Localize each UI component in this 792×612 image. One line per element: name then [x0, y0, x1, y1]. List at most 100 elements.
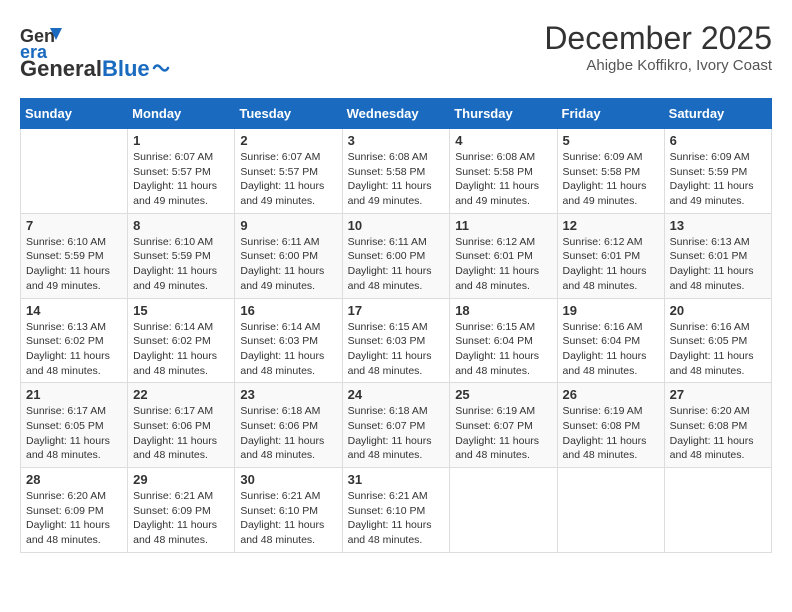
- cell-info: Sunrise: 6:10 AMSunset: 5:59 PMDaylight:…: [133, 235, 229, 294]
- calendar-cell: 20 Sunrise: 6:16 AMSunset: 6:05 PMDaylig…: [664, 298, 771, 383]
- page-header: Gen era General Blue December 2025 Ahigb…: [20, 20, 772, 82]
- calendar-cell: 12 Sunrise: 6:12 AMSunset: 6:01 PMDaylig…: [557, 213, 664, 298]
- day-number: 28: [26, 472, 122, 487]
- calendar-cell: 27 Sunrise: 6:20 AMSunset: 6:08 PMDaylig…: [664, 383, 771, 468]
- day-number: 17: [348, 303, 445, 318]
- week-row-1: 7 Sunrise: 6:10 AMSunset: 5:59 PMDayligh…: [21, 213, 772, 298]
- cell-info: Sunrise: 6:15 AMSunset: 6:04 PMDaylight:…: [455, 320, 551, 379]
- calendar-cell: 10 Sunrise: 6:11 AMSunset: 6:00 PMDaylig…: [342, 213, 450, 298]
- calendar-cell: 2 Sunrise: 6:07 AMSunset: 5:57 PMDayligh…: [235, 129, 342, 214]
- day-number: 13: [670, 218, 766, 233]
- cell-info: Sunrise: 6:11 AMSunset: 6:00 PMDaylight:…: [348, 235, 445, 294]
- day-number: 15: [133, 303, 229, 318]
- calendar-cell: 17 Sunrise: 6:15 AMSunset: 6:03 PMDaylig…: [342, 298, 450, 383]
- cell-info: Sunrise: 6:09 AMSunset: 5:59 PMDaylight:…: [670, 150, 766, 209]
- day-number: 20: [670, 303, 766, 318]
- cell-info: Sunrise: 6:17 AMSunset: 6:05 PMDaylight:…: [26, 404, 122, 463]
- day-number: 24: [348, 387, 445, 402]
- calendar-cell: 5 Sunrise: 6:09 AMSunset: 5:58 PMDayligh…: [557, 129, 664, 214]
- day-number: 7: [26, 218, 122, 233]
- day-number: 6: [670, 133, 766, 148]
- day-number: 1: [133, 133, 229, 148]
- cell-info: Sunrise: 6:17 AMSunset: 6:06 PMDaylight:…: [133, 404, 229, 463]
- calendar-cell: 29 Sunrise: 6:21 AMSunset: 6:09 PMDaylig…: [128, 468, 235, 553]
- day-number: 25: [455, 387, 551, 402]
- calendar-cell: 1 Sunrise: 6:07 AMSunset: 5:57 PMDayligh…: [128, 129, 235, 214]
- day-number: 11: [455, 218, 551, 233]
- location-subtitle: Ahigbe Koffikro, Ivory Coast: [544, 57, 772, 74]
- calendar-cell: 11 Sunrise: 6:12 AMSunset: 6:01 PMDaylig…: [450, 213, 557, 298]
- cell-info: Sunrise: 6:15 AMSunset: 6:03 PMDaylight:…: [348, 320, 445, 379]
- calendar-cell: 22 Sunrise: 6:17 AMSunset: 6:06 PMDaylig…: [128, 383, 235, 468]
- day-header-saturday: Saturday: [664, 99, 771, 129]
- calendar-cell: 15 Sunrise: 6:14 AMSunset: 6:02 PMDaylig…: [128, 298, 235, 383]
- calendar-cell: 3 Sunrise: 6:08 AMSunset: 5:58 PMDayligh…: [342, 129, 450, 214]
- cell-info: Sunrise: 6:18 AMSunset: 6:07 PMDaylight:…: [348, 404, 445, 463]
- calendar-cell: [664, 468, 771, 553]
- day-number: 9: [240, 218, 336, 233]
- day-header-friday: Friday: [557, 99, 664, 129]
- calendar-cell: 25 Sunrise: 6:19 AMSunset: 6:07 PMDaylig…: [450, 383, 557, 468]
- day-number: 18: [455, 303, 551, 318]
- day-number: 23: [240, 387, 336, 402]
- cell-info: Sunrise: 6:12 AMSunset: 6:01 PMDaylight:…: [455, 235, 551, 294]
- calendar-cell: 18 Sunrise: 6:15 AMSunset: 6:04 PMDaylig…: [450, 298, 557, 383]
- calendar-cell: 28 Sunrise: 6:20 AMSunset: 6:09 PMDaylig…: [21, 468, 128, 553]
- calendar-cell: 26 Sunrise: 6:19 AMSunset: 6:08 PMDaylig…: [557, 383, 664, 468]
- day-number: 5: [563, 133, 659, 148]
- calendar-cell: 24 Sunrise: 6:18 AMSunset: 6:07 PMDaylig…: [342, 383, 450, 468]
- calendar-cell: 14 Sunrise: 6:13 AMSunset: 6:02 PMDaylig…: [21, 298, 128, 383]
- day-number: 8: [133, 218, 229, 233]
- cell-info: Sunrise: 6:08 AMSunset: 5:58 PMDaylight:…: [455, 150, 551, 209]
- cell-info: Sunrise: 6:08 AMSunset: 5:58 PMDaylight:…: [348, 150, 445, 209]
- calendar-cell: 23 Sunrise: 6:18 AMSunset: 6:06 PMDaylig…: [235, 383, 342, 468]
- calendar-cell: [557, 468, 664, 553]
- day-number: 21: [26, 387, 122, 402]
- calendar-cell: [450, 468, 557, 553]
- calendar-cell: 4 Sunrise: 6:08 AMSunset: 5:58 PMDayligh…: [450, 129, 557, 214]
- day-number: 10: [348, 218, 445, 233]
- logo: Gen era General Blue: [20, 20, 170, 82]
- calendar-cell: 8 Sunrise: 6:10 AMSunset: 5:59 PMDayligh…: [128, 213, 235, 298]
- cell-info: Sunrise: 6:13 AMSunset: 6:01 PMDaylight:…: [670, 235, 766, 294]
- logo-blue: Blue: [102, 56, 150, 82]
- cell-info: Sunrise: 6:14 AMSunset: 6:03 PMDaylight:…: [240, 320, 336, 379]
- cell-info: Sunrise: 6:16 AMSunset: 6:04 PMDaylight:…: [563, 320, 659, 379]
- cell-info: Sunrise: 6:20 AMSunset: 6:08 PMDaylight:…: [670, 404, 766, 463]
- cell-info: Sunrise: 6:16 AMSunset: 6:05 PMDaylight:…: [670, 320, 766, 379]
- calendar-table: SundayMondayTuesdayWednesdayThursdayFrid…: [20, 98, 772, 553]
- day-header-tuesday: Tuesday: [235, 99, 342, 129]
- day-header-wednesday: Wednesday: [342, 99, 450, 129]
- day-number: 2: [240, 133, 336, 148]
- cell-info: Sunrise: 6:07 AMSunset: 5:57 PMDaylight:…: [240, 150, 336, 209]
- calendar-cell: 9 Sunrise: 6:11 AMSunset: 6:00 PMDayligh…: [235, 213, 342, 298]
- day-header-thursday: Thursday: [450, 99, 557, 129]
- day-number: 31: [348, 472, 445, 487]
- calendar-header-row: SundayMondayTuesdayWednesdayThursdayFrid…: [21, 99, 772, 129]
- title-section: December 2025 Ahigbe Koffikro, Ivory Coa…: [544, 20, 772, 74]
- day-header-sunday: Sunday: [21, 99, 128, 129]
- cell-info: Sunrise: 6:11 AMSunset: 6:00 PMDaylight:…: [240, 235, 336, 294]
- logo-general: General: [20, 56, 102, 82]
- week-row-4: 28 Sunrise: 6:20 AMSunset: 6:09 PMDaylig…: [21, 468, 772, 553]
- calendar-cell: 7 Sunrise: 6:10 AMSunset: 5:59 PMDayligh…: [21, 213, 128, 298]
- day-number: 19: [563, 303, 659, 318]
- day-number: 22: [133, 387, 229, 402]
- week-row-3: 21 Sunrise: 6:17 AMSunset: 6:05 PMDaylig…: [21, 383, 772, 468]
- month-title: December 2025: [544, 20, 772, 57]
- cell-info: Sunrise: 6:20 AMSunset: 6:09 PMDaylight:…: [26, 489, 122, 548]
- calendar-cell: 19 Sunrise: 6:16 AMSunset: 6:04 PMDaylig…: [557, 298, 664, 383]
- day-number: 27: [670, 387, 766, 402]
- calendar-cell: 13 Sunrise: 6:13 AMSunset: 6:01 PMDaylig…: [664, 213, 771, 298]
- cell-info: Sunrise: 6:13 AMSunset: 6:02 PMDaylight:…: [26, 320, 122, 379]
- day-number: 30: [240, 472, 336, 487]
- day-number: 26: [563, 387, 659, 402]
- day-number: 4: [455, 133, 551, 148]
- calendar-cell: [21, 129, 128, 214]
- day-number: 12: [563, 218, 659, 233]
- calendar-cell: 21 Sunrise: 6:17 AMSunset: 6:05 PMDaylig…: [21, 383, 128, 468]
- cell-info: Sunrise: 6:10 AMSunset: 5:59 PMDaylight:…: [26, 235, 122, 294]
- week-row-0: 1 Sunrise: 6:07 AMSunset: 5:57 PMDayligh…: [21, 129, 772, 214]
- cell-info: Sunrise: 6:18 AMSunset: 6:06 PMDaylight:…: [240, 404, 336, 463]
- cell-info: Sunrise: 6:09 AMSunset: 5:58 PMDaylight:…: [563, 150, 659, 209]
